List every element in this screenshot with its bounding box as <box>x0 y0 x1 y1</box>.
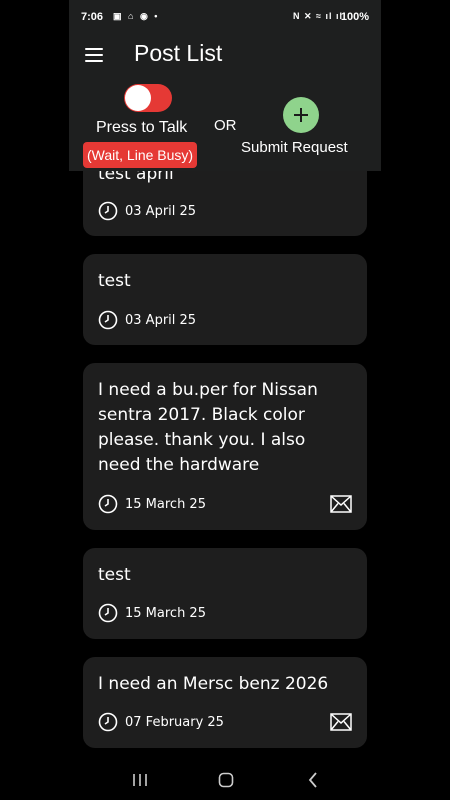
hamburger-menu-icon[interactable] <box>85 48 103 62</box>
post-meta: 03 April 25 <box>98 310 352 330</box>
status-bar: 7:06 ▣ ⌂ ◉ • N ✕ ≈ ıl ıl 100% <box>69 0 381 36</box>
notification-icons: ▣ ⌂ ◉ • <box>113 11 160 21</box>
post-date: 07 February 25 <box>125 715 224 730</box>
system-nav-bar <box>69 760 381 800</box>
submit-request-label[interactable]: Submit Request <box>241 139 348 156</box>
back-icon[interactable] <box>303 770 323 790</box>
mail-icon[interactable] <box>330 495 352 513</box>
post-meta: 15 March 25 <box>98 603 352 623</box>
mail-icon[interactable] <box>330 713 352 731</box>
or-label: OR <box>214 117 237 134</box>
post-date: 03 April 25 <box>125 204 197 219</box>
home-icon[interactable] <box>216 770 236 790</box>
clock-icon <box>98 201 118 221</box>
post-card[interactable]: test 15 March 25 <box>83 548 367 639</box>
post-text: test <box>98 271 131 291</box>
clock-icon <box>98 712 118 732</box>
signal-icons: N ✕ ≈ ıl ıl <box>293 11 343 21</box>
clock-icon <box>98 494 118 514</box>
phone-screen: test april 03 April 25 test 03 April 25 … <box>69 0 381 800</box>
app-header: Post List Press to Talk OR (Wait, Line B… <box>69 36 381 171</box>
post-text: I need a bu.per for Nissan sentra 2017. … <box>98 380 318 475</box>
post-text: I need an Mersc benz 2026 <box>98 674 329 694</box>
plus-icon <box>294 108 308 122</box>
post-date: 15 March 25 <box>125 606 206 621</box>
clock-icon <box>98 310 118 330</box>
post-card[interactable]: test 03 April 25 <box>83 254 367 345</box>
recents-icon[interactable] <box>130 770 150 790</box>
status-time: 7:06 <box>81 11 104 23</box>
post-meta: 07 February 25 <box>98 712 352 732</box>
press-to-talk-label: Press to Talk <box>96 119 188 136</box>
press-to-talk-toggle[interactable] <box>124 84 172 112</box>
post-meta: 15 March 25 <box>98 494 352 514</box>
submit-request-button[interactable] <box>283 97 319 133</box>
line-busy-badge: (Wait, Line Busy) <box>83 142 198 168</box>
post-card[interactable]: I need an Mersc benz 2026 07 February 25 <box>83 657 367 748</box>
clock-icon <box>98 603 118 623</box>
post-meta: 03 April 25 <box>98 201 352 221</box>
toggle-knob <box>125 85 151 111</box>
post-date: 15 March 25 <box>125 497 206 512</box>
battery-level: 100% <box>340 11 369 23</box>
post-text: test <box>98 565 131 585</box>
page-title: Post List <box>134 40 223 66</box>
post-card[interactable]: I need a bu.per for Nissan sentra 2017. … <box>83 363 367 530</box>
post-date: 03 April 25 <box>125 313 197 328</box>
